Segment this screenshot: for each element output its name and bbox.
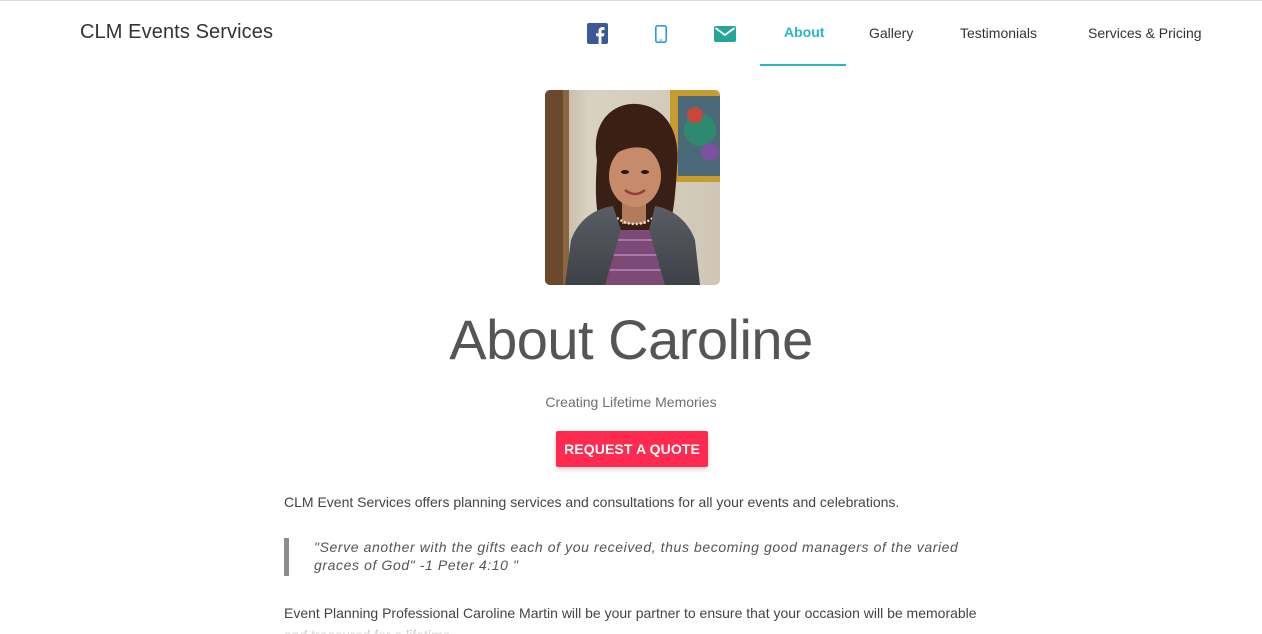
phone-link[interactable] — [655, 25, 667, 48]
page-subtitle: Creating Lifetime Memories — [545, 394, 717, 410]
request-quote-button[interactable]: REQUEST A QUOTE — [556, 431, 708, 467]
facebook-icon — [587, 23, 608, 44]
intro-paragraph: CLM Event Services offers planning servi… — [284, 494, 900, 510]
nav-link-testimonials[interactable]: Testimonials — [960, 25, 1037, 41]
active-tab-indicator — [760, 64, 846, 66]
envelope-icon — [714, 26, 736, 42]
page-title: About Caroline — [449, 308, 813, 371]
page: CLM Events Services About Gallery Testim… — [0, 0, 1262, 634]
top-navbar: CLM Events Services About Gallery Testim… — [0, 1, 1262, 67]
bottom-fade-overlay — [0, 620, 1262, 634]
brand-logo-text[interactable]: CLM Events Services — [80, 21, 273, 44]
mobile-phone-icon — [655, 25, 667, 43]
nav-link-about[interactable]: About — [784, 24, 824, 40]
caroline-portrait-photo — [545, 90, 720, 285]
nav-link-services-pricing[interactable]: Services & Pricing — [1088, 25, 1202, 41]
email-link[interactable] — [714, 26, 736, 47]
scripture-quote: "Serve another with the gifts each of yo… — [284, 538, 974, 576]
nav-link-gallery[interactable]: Gallery — [869, 25, 913, 41]
facebook-link[interactable] — [587, 23, 608, 49]
